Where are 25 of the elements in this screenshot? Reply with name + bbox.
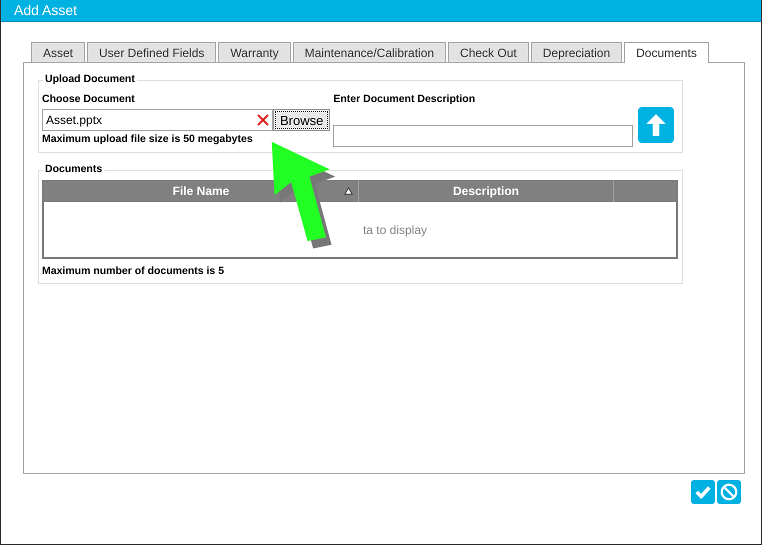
tab[interactable]: Maintenance/Calibration bbox=[292, 42, 446, 62]
tab[interactable]: Asset bbox=[31, 42, 86, 62]
empty-message: ta to display bbox=[362, 222, 428, 236]
cancel-button[interactable] bbox=[717, 480, 741, 504]
tab[interactable]: Warranty bbox=[218, 42, 291, 62]
browse-button[interactable]: Browse bbox=[273, 109, 330, 131]
tab[interactable]: Depreciation bbox=[530, 42, 622, 62]
field-label: Choose Document bbox=[42, 93, 136, 107]
group-legend: Upload Document bbox=[43, 73, 137, 85]
size-note: Maximum upload file size is 50 megabytes bbox=[42, 133, 254, 145]
group-legend: Documents bbox=[43, 163, 104, 175]
clear-icon[interactable] bbox=[257, 114, 269, 126]
description-field[interactable] bbox=[333, 125, 634, 147]
confirm-button[interactable] bbox=[691, 480, 715, 504]
count-note: Maximum number of documents is 5 bbox=[42, 265, 224, 277]
field-label: Enter Document Description bbox=[333, 93, 476, 107]
sort-icon[interactable] bbox=[344, 186, 353, 196]
window-title: Add Asset bbox=[14, 2, 78, 18]
prohibited-icon bbox=[720, 483, 738, 501]
tab[interactable]: Check Out bbox=[448, 42, 529, 62]
column-header[interactable]: Description bbox=[359, 180, 614, 202]
tab[interactable]: Documents bbox=[624, 42, 709, 63]
file-field[interactable]: Asset.pptx bbox=[42, 109, 273, 131]
upload-button[interactable] bbox=[638, 107, 674, 143]
tab[interactable]: User Defined Fields bbox=[87, 42, 216, 62]
